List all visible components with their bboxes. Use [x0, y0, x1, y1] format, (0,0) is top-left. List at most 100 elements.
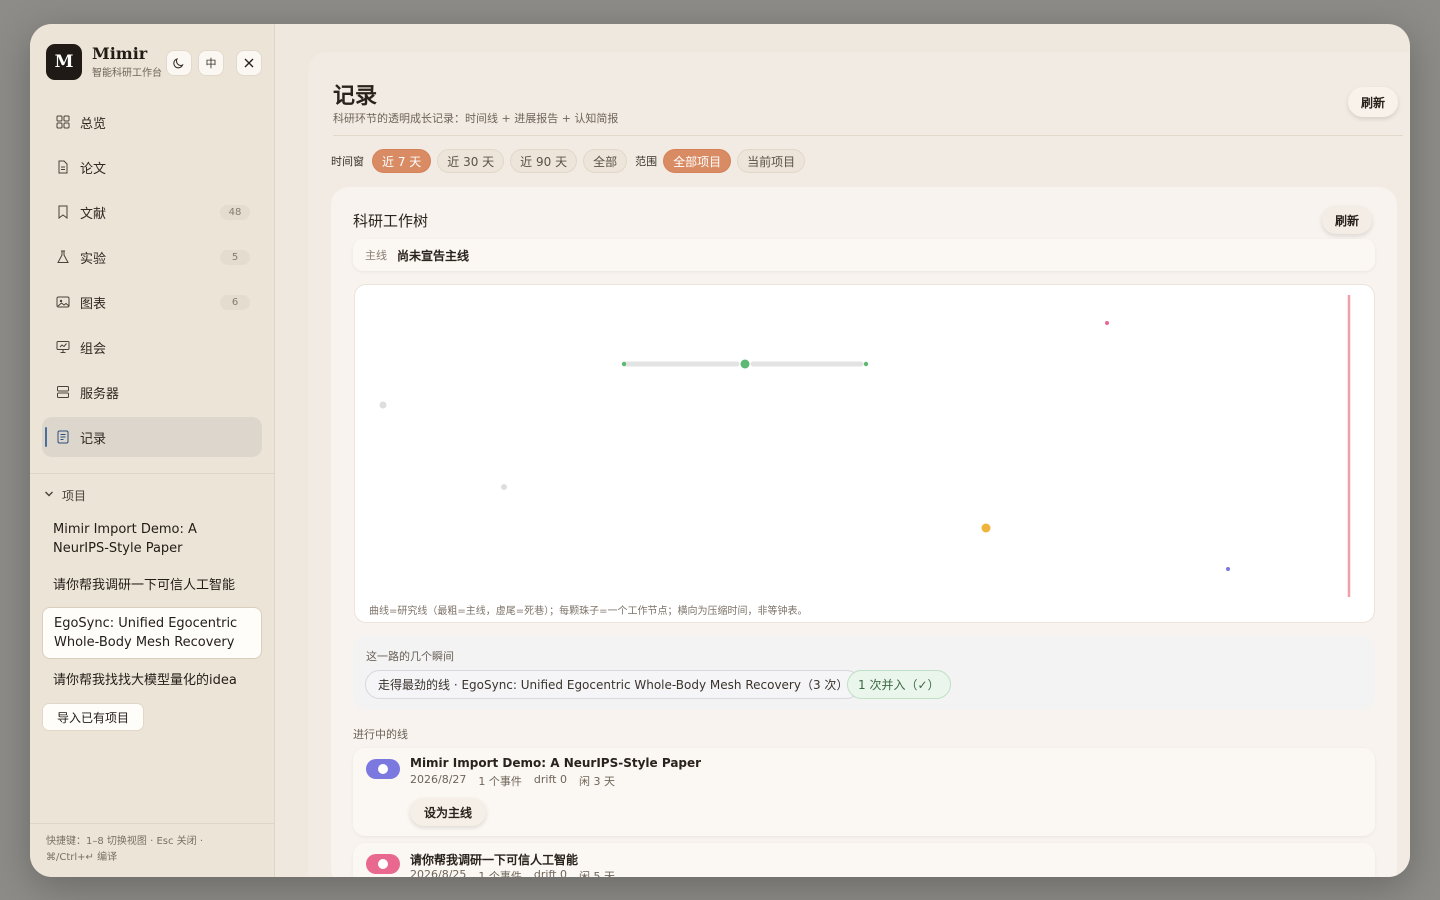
- app-subtitle: 智能科研工作台: [92, 68, 162, 79]
- chip-90-days[interactable]: 近 90 天: [510, 149, 578, 173]
- refresh-button[interactable]: 刷新: [1348, 87, 1399, 117]
- page-title: 记录: [333, 83, 378, 109]
- line-drift: drift 0: [533, 868, 567, 877]
- time-window-label: 时间窗: [331, 155, 364, 168]
- project-item[interactable]: 请你帮我调研一下可信人工智能: [42, 570, 262, 601]
- import-project-button[interactable]: 导入已有项目: [42, 703, 145, 731]
- sidebar: M Mimir 智能科研工作台 中 总览 论文 文献 48 实验 5 图表 6 …: [30, 24, 275, 877]
- moments-panel: 这一路的几个瞬间 走得最劲的线 · EgoSync: Unified Egoce…: [353, 636, 1375, 710]
- sidebar-item-records[interactable]: 记录: [42, 417, 262, 457]
- chip-current-project[interactable]: 当前项目: [737, 149, 806, 173]
- line-card: 请你帮我调研一下可信人工智能 2026/8/25 1 个事件 drift 0 闲…: [353, 843, 1375, 877]
- line-meta: 2026/8/25 1 个事件 drift 0 闲 5 天: [410, 868, 615, 877]
- line-name: 请你帮我调研一下可信人工智能: [410, 853, 579, 867]
- chip-all-projects[interactable]: 全部项目: [663, 149, 732, 173]
- project-list: Mimir Import Demo: A NeurIPS-Style Paper…: [42, 514, 262, 702]
- sidebar-item-overview[interactable]: 总览: [42, 102, 262, 142]
- brand: M Mimir 智能科研工作台: [46, 44, 162, 80]
- close-icon: [244, 58, 254, 68]
- active-lines-title: 进行中的线: [353, 728, 408, 741]
- tree-graph-svg: [379, 295, 1351, 597]
- research-tree-title: 科研工作树: [353, 212, 429, 230]
- sidebar-item-label: 记录: [80, 431, 107, 447]
- sidebar-item-literature[interactable]: 文献 48: [42, 192, 262, 232]
- chevron-down-icon: [44, 489, 54, 502]
- shortcut-hint-line: ⌘/Ctrl+↵ 编译: [46, 852, 118, 863]
- image-icon: [56, 295, 70, 309]
- dark-mode-button[interactable]: [166, 50, 192, 76]
- tree-node[interactable]: [379, 401, 387, 409]
- line-events: 1 个事件: [478, 870, 522, 877]
- sidebar-item-label: 实验: [80, 251, 107, 267]
- count-badge: 48: [220, 204, 250, 220]
- flask-icon: [56, 250, 70, 264]
- graph-legend-note: 曲线=研究线（最粗=主线，虚尾=死巷）；每颗珠子=一个工作节点；横向为压缩时间，…: [369, 606, 808, 617]
- sidebar-item-servers[interactable]: 服务器: [42, 372, 262, 412]
- sidebar-item-label: 文献: [80, 206, 107, 222]
- line-name: Mimir Import Demo: A NeurIPS-Style Paper: [410, 756, 702, 770]
- project-item[interactable]: 请你帮我找找大模型量化的idea: [42, 665, 262, 696]
- tree-node[interactable]: [501, 484, 507, 490]
- tree-node[interactable]: [981, 523, 991, 533]
- sidebar-item-meetings[interactable]: 组会: [42, 327, 262, 367]
- app-logo: M: [46, 44, 82, 80]
- project-item[interactable]: Mimir Import Demo: A NeurIPS-Style Paper: [42, 514, 262, 564]
- tree-node[interactable]: [1226, 567, 1230, 571]
- sidebar-item-label: 总览: [80, 116, 107, 132]
- mainline-bar: 主线 尚未宣告主线: [353, 239, 1375, 271]
- count-badge: 5: [220, 249, 250, 265]
- research-tree-graph[interactable]: 曲线=研究线（最粗=主线，虚尾=死巷）；每颗珠子=一个工作节点；横向为压缩时间，…: [354, 284, 1375, 623]
- line-drift: drift 0: [533, 773, 567, 786]
- sidebar-item-label: 组会: [80, 341, 107, 357]
- line-date: 2026/8/25: [410, 868, 467, 877]
- count-badge: 6: [220, 294, 250, 310]
- moment-chip-farthest-line[interactable]: 走得最劲的线 · EgoSync: Unified Egocentric Who…: [365, 670, 862, 699]
- chip-7-days[interactable]: 近 7 天: [372, 149, 432, 173]
- moment-chip-merge[interactable]: 1 次并入（✓）: [847, 670, 951, 699]
- sidebar-item-experiments[interactable]: 实验 5: [42, 237, 262, 277]
- close-button[interactable]: [236, 50, 262, 76]
- tree-node[interactable]: [1105, 321, 1109, 325]
- record-icon: [56, 430, 70, 444]
- tree-node[interactable]: [740, 359, 750, 369]
- language-button[interactable]: 中: [198, 50, 224, 76]
- sidebar-item-label: 图表: [80, 296, 107, 312]
- tree-node[interactable]: [621, 361, 627, 367]
- moments-title: 这一路的几个瞬间: [366, 650, 454, 663]
- mainline-value: 尚未宣告主线: [397, 248, 470, 263]
- chip-all-time[interactable]: 全部: [583, 149, 628, 173]
- set-mainline-button[interactable]: 设为主线: [410, 798, 487, 826]
- chip-30-days[interactable]: 近 30 天: [437, 149, 505, 173]
- line-idle: 闲 5 天: [578, 870, 615, 877]
- line-date: 2026/8/27: [410, 773, 467, 786]
- tree-refresh-button[interactable]: 刷新: [1322, 206, 1373, 234]
- sidebar-divider: [30, 473, 275, 474]
- sidebar-item-figures[interactable]: 图表 6: [42, 282, 262, 322]
- page-subtitle: 科研环节的透明成长记录：时间线 + 进展报告 + 认知简报: [333, 112, 619, 125]
- mainline-key: 主线: [365, 249, 387, 262]
- filter-bar: 时间窗 近 7 天 近 30 天 近 90 天 全部 范围 全部项目 当前项目: [331, 149, 806, 173]
- grid-icon: [56, 115, 70, 129]
- line-meta: 2026/8/27 1 个事件 drift 0 闲 3 天: [410, 773, 615, 789]
- line-toggle[interactable]: [366, 854, 400, 874]
- line-card: Mimir Import Demo: A NeurIPS-Style Paper…: [353, 748, 1375, 836]
- server-icon: [56, 385, 70, 399]
- line-toggle[interactable]: [366, 759, 400, 779]
- scope-label: 范围: [635, 155, 658, 168]
- sidebar-item-label: 服务器: [80, 386, 120, 402]
- sidebar-item-papers[interactable]: 论文: [42, 147, 262, 187]
- presentation-icon: [56, 340, 70, 354]
- projects-header-label: 项目: [62, 489, 87, 503]
- shortcut-hint: 快捷键：1–8 切换视图 · Esc 关闭 · ⌘/Ctrl+↵ 编译: [30, 823, 275, 877]
- main-panel: 记录 科研环节的透明成长记录：时间线 + 进展报告 + 认知简报 刷新 时间窗 …: [308, 52, 1410, 877]
- line-events: 1 个事件: [478, 775, 522, 788]
- research-tree-card: 科研工作树 刷新 主线 尚未宣告主线 曲线=研究线（最粗=主线，虚尾=死巷）；每…: [331, 187, 1397, 877]
- line-idle: 闲 3 天: [578, 775, 615, 788]
- projects-header[interactable]: 项目: [44, 487, 86, 504]
- moon-icon: [173, 58, 184, 69]
- bookmark-icon: [56, 205, 70, 219]
- tree-node[interactable]: [863, 361, 869, 367]
- document-icon: [56, 160, 70, 174]
- project-item-selected[interactable]: EgoSync: Unified Egocentric Whole-Body M…: [42, 607, 262, 659]
- shortcut-hint-line: 快捷键：1–8 切换视图 · Esc 关闭 ·: [46, 836, 204, 847]
